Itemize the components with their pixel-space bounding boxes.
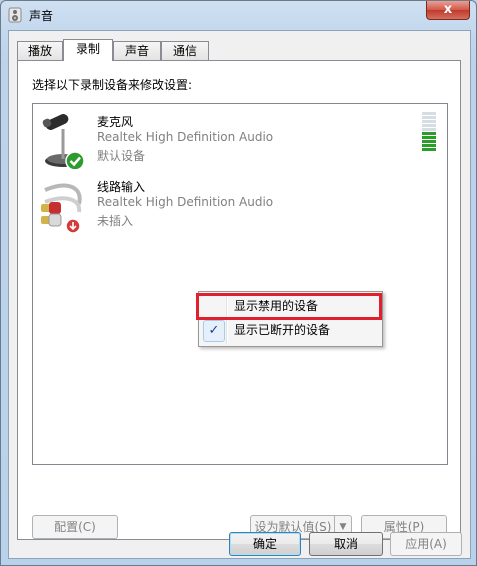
- tab-communications[interactable]: 通信: [161, 41, 209, 60]
- window-title: 声音: [29, 9, 54, 23]
- level-bar: [422, 128, 436, 131]
- tab-recording[interactable]: 录制: [63, 39, 113, 61]
- level-bar-active: [422, 148, 436, 151]
- tab-sounds[interactable]: 声音: [113, 41, 161, 60]
- device-name: 线路输入: [97, 180, 146, 194]
- device-driver: Realtek High Definition Audio: [97, 130, 274, 144]
- device-name: 麦克风: [97, 115, 134, 129]
- level-bar-active: [422, 144, 436, 147]
- recording-device-list[interactable]: 麦克风 Realtek High Definition Audio 默认设备 线…: [32, 103, 448, 465]
- title-bar[interactable]: 声音 x: [1, 1, 476, 29]
- level-bar-active: [422, 140, 436, 143]
- configure-button[interactable]: 配置(C): [32, 515, 118, 539]
- close-button[interactable]: x: [426, 1, 470, 20]
- device-driver: Realtek High Definition Audio: [97, 195, 274, 209]
- menu-item-label: 显示已断开的设备: [234, 323, 331, 337]
- checkmark-icon: ✓: [203, 320, 225, 342]
- ok-button[interactable]: 确定: [229, 532, 301, 556]
- device-status: 默认设备: [97, 149, 146, 163]
- annotation-highlight-box: [196, 293, 382, 320]
- sound-dialog-window: 声音 x 播放 录制 声音 通信 选择以下录制设备来修改设置: 麦克风 Real…: [0, 0, 477, 566]
- device-item-line-in[interactable]: 线路输入 Realtek High Definition Audio 未插入: [33, 172, 447, 236]
- instruction-text: 选择以下录制设备来修改设置:: [32, 78, 193, 92]
- apply-button[interactable]: 应用(A): [390, 532, 462, 556]
- level-bar: [422, 112, 436, 115]
- level-bar: [422, 120, 436, 123]
- level-meter: [422, 112, 436, 152]
- device-item-microphone[interactable]: 麦克风 Realtek High Definition Audio 默认设备: [33, 107, 447, 171]
- menu-item-show-disconnected-devices[interactable]: ✓ 显示已断开的设备: [201, 319, 380, 342]
- tab-playback[interactable]: 播放: [17, 41, 63, 60]
- microphone-icon: [42, 114, 85, 169]
- level-bar: [422, 124, 436, 127]
- level-bar-active: [422, 132, 436, 135]
- line-in-cable-icon: [41, 183, 82, 234]
- close-icon: x: [443, 2, 453, 17]
- level-bar: [422, 116, 436, 119]
- speaker-app-icon: [8, 7, 22, 23]
- cancel-button[interactable]: 取消: [309, 532, 383, 556]
- device-status: 未插入: [97, 214, 134, 228]
- level-bar-active: [422, 136, 436, 139]
